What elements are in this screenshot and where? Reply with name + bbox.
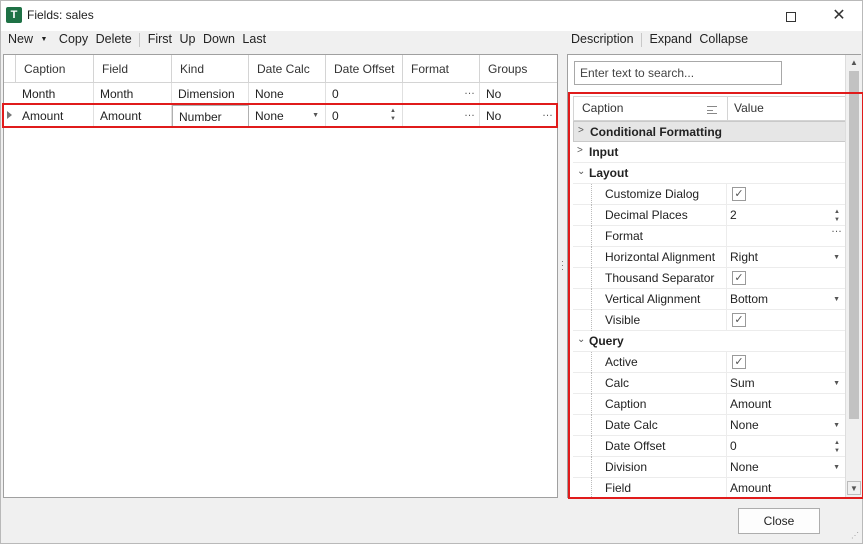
collapse-button[interactable]: Collapse bbox=[699, 32, 748, 46]
title-bar: T Fields: sales ✕ bbox=[1, 1, 862, 31]
close-icon: ✕ bbox=[832, 7, 846, 24]
grid-header: Caption Field Kind Date Calc Date Offset… bbox=[4, 55, 557, 83]
expand-button[interactable]: Expand bbox=[650, 32, 692, 46]
scroll-up-icon[interactable]: ▲ bbox=[847, 56, 861, 70]
delete-button[interactable]: Delete bbox=[96, 32, 132, 46]
description-button[interactable]: Description bbox=[571, 32, 634, 46]
cell-date-calc[interactable]: None bbox=[249, 83, 326, 105]
selected-row-highlight bbox=[2, 103, 558, 128]
cell-field[interactable]: Month bbox=[94, 83, 172, 105]
last-button[interactable]: Last bbox=[242, 32, 266, 46]
column-header-groups[interactable]: Groups bbox=[480, 55, 557, 83]
property-toolbar: Description Expand Collapse bbox=[571, 32, 752, 52]
cell-caption[interactable]: Month bbox=[16, 83, 94, 105]
column-header-kind[interactable]: Kind bbox=[172, 55, 249, 83]
column-header-caption[interactable]: Caption bbox=[16, 55, 94, 83]
cell-kind[interactable]: Dimension bbox=[172, 83, 249, 105]
copy-button[interactable]: Copy bbox=[59, 32, 88, 46]
column-header-date-calc[interactable]: Date Calc bbox=[249, 55, 326, 83]
maximize-button[interactable] bbox=[768, 1, 814, 31]
column-header-field[interactable]: Field bbox=[94, 55, 172, 83]
new-label: New bbox=[8, 32, 34, 46]
grid-toolbar: New ▼ Copy Delete First Up Down Last bbox=[8, 32, 270, 52]
column-header-date-offset[interactable]: Date Offset bbox=[326, 55, 403, 83]
up-button[interactable]: Up bbox=[180, 32, 196, 46]
cell-date-offset[interactable]: 0 bbox=[326, 83, 403, 105]
app-icon: T bbox=[6, 7, 22, 23]
splitter-grip-icon[interactable]: · · · bbox=[561, 257, 564, 274]
first-button[interactable]: First bbox=[148, 32, 172, 46]
resize-grip-icon[interactable]: ⋰ bbox=[851, 531, 859, 540]
chevron-down-icon: ▼ bbox=[40, 36, 48, 44]
window-title: Fields: sales bbox=[27, 8, 94, 22]
new-button[interactable]: New ▼ bbox=[8, 32, 51, 46]
close-window-button[interactable]: ✕ bbox=[816, 1, 862, 31]
search-input[interactable] bbox=[574, 61, 782, 85]
toolbar-separator bbox=[139, 32, 141, 47]
ellipsis-icon[interactable]: … bbox=[464, 80, 475, 102]
dialog-window: T Fields: sales ✕ New ▼ Copy Delete Firs… bbox=[0, 0, 863, 544]
column-header-format[interactable]: Format bbox=[403, 55, 480, 83]
property-grid-highlight bbox=[568, 92, 863, 499]
maximize-icon bbox=[786, 12, 796, 23]
toolbar-separator bbox=[641, 32, 643, 47]
close-button[interactable]: Close bbox=[738, 508, 820, 534]
down-button[interactable]: Down bbox=[203, 32, 235, 46]
row-indicator-header bbox=[4, 55, 16, 83]
